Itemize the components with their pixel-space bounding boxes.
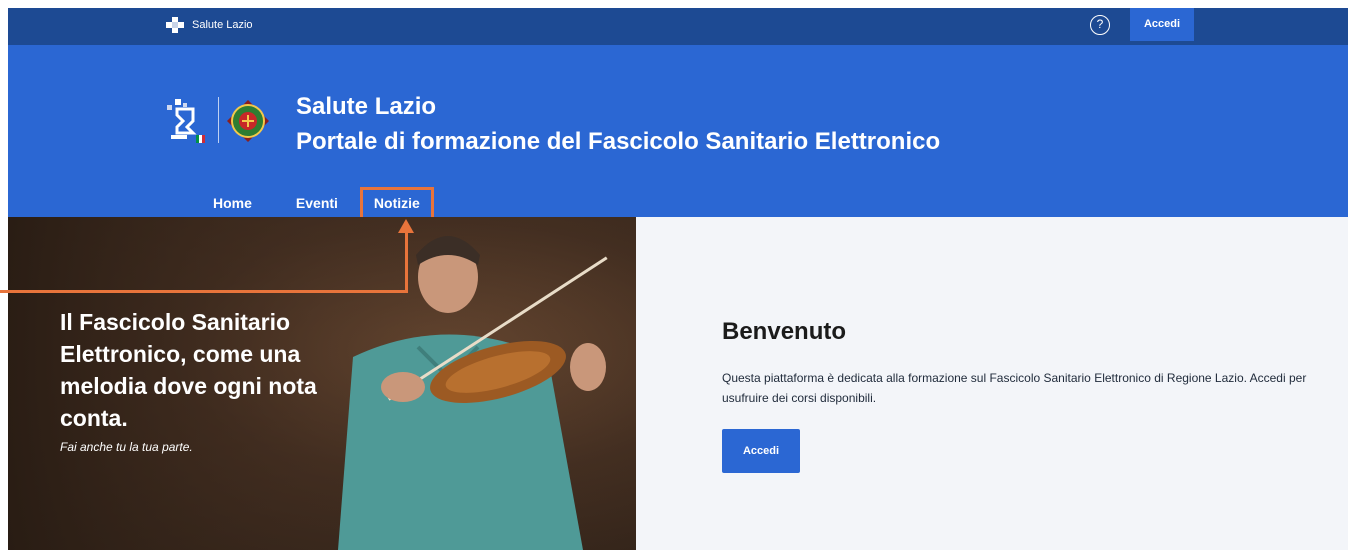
page: Salute Lazio ? Accedi Salute Lazio Porta… [0,0,1348,550]
annotation-line-horizontal [0,290,408,293]
site-title-line1: Salute Lazio [296,93,437,120]
hero-title: Il Fascicolo Sanitario Elettronico, come… [60,309,317,431]
browser-viewport: Salute Lazio ? Accedi Salute Lazio Porta… [8,8,1348,550]
welcome-text: Questa piattaforma è dedicata alla forma… [722,371,1307,405]
hero-text: Il Fascicolo Sanitario Elettronico, come… [60,306,380,454]
nav-item-notizie[interactable]: Notizie [359,187,434,221]
regione-lazio-emblem-icon [227,100,269,142]
annotation-arrow-icon [398,219,414,233]
topbar-brand[interactable]: Salute Lazio [166,17,253,33]
hero-subtitle: Fai anche tu la tua parte. [60,440,193,454]
main-nav: Home Eventi Notizie [191,187,434,221]
fse-logo-icon [167,99,205,143]
site-header: Salute Lazio Portale di formazione del F… [8,45,1348,221]
site-title: Salute Lazio Portale di formazione del F… [296,89,940,159]
topbar-login-button[interactable]: Accedi [1130,8,1194,41]
top-bar: Salute Lazio ? Accedi [8,8,1348,45]
annotation-line-vertical [405,230,408,293]
hero-banner: Il Fascicolo Sanitario Elettronico, come… [8,217,636,550]
site-title-line2: Portale di formazione del Fascicolo Sani… [296,128,941,155]
nav-item-home[interactable]: Home [191,187,274,221]
nav-item-eventi[interactable]: Eventi [274,187,360,221]
logo-divider [218,97,219,143]
help-icon[interactable]: ? [1090,15,1110,35]
welcome-login-button[interactable]: Accedi [722,429,800,473]
welcome-title: Benvenuto [722,318,847,345]
topbar-brand-label: Salute Lazio [192,19,253,31]
welcome-section: Benvenuto Questa piattaforma è dedicata … [722,318,1322,473]
cross-icon [166,17,184,33]
